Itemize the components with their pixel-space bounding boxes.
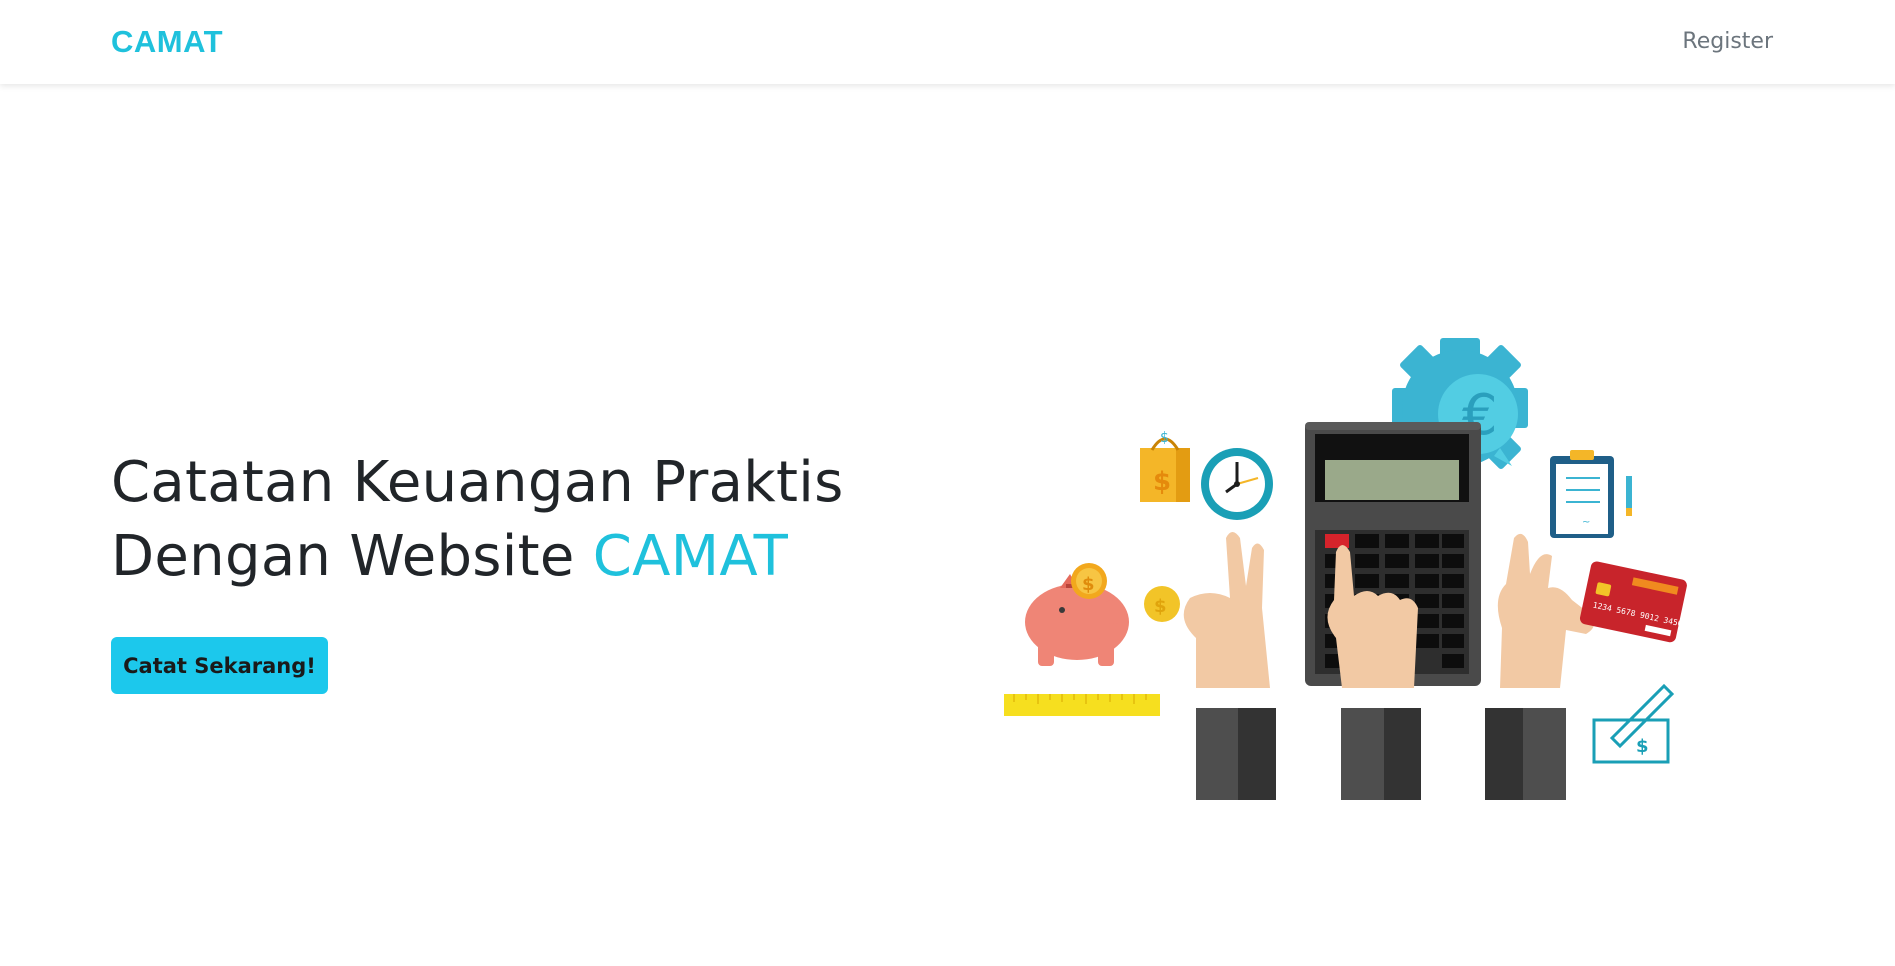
ruler-icon xyxy=(1004,694,1160,716)
coin-icon: $ xyxy=(1144,586,1180,622)
svg-text:~: ~ xyxy=(1582,517,1590,528)
register-link[interactable]: Register xyxy=(1682,29,1773,54)
brand-logo[interactable]: CAMAT xyxy=(111,24,223,60)
headline-brand-accent: CAMAT xyxy=(592,524,789,589)
svg-text:$: $ xyxy=(1082,574,1095,595)
credit-card-icon: 1234 5678 9012 3456 xyxy=(1579,561,1687,643)
piggy-bank-icon: $ xyxy=(1025,563,1129,666)
left-hand-icon xyxy=(1183,532,1276,800)
catat-sekarang-button[interactable]: Catat Sekarang! xyxy=(111,637,328,694)
hero-section: Catatan Keuangan Praktis Dengan Website … xyxy=(111,446,931,594)
finance-illustration: € $ $ ~ $ $ 1234 5678 9012 3456 $ xyxy=(1004,338,1687,800)
shopping-bag-icon: $ $ xyxy=(1140,430,1190,502)
svg-text:$: $ xyxy=(1154,596,1167,617)
svg-text:$: $ xyxy=(1636,736,1649,757)
check-pen-icon: $ xyxy=(1592,683,1675,764)
svg-text:$: $ xyxy=(1153,467,1171,497)
navbar: CAMAT Register xyxy=(0,0,1895,84)
clock-icon xyxy=(1201,448,1273,520)
headline-line-1: Catatan Keuangan Praktis xyxy=(111,450,844,515)
hero-headline: Catatan Keuangan Praktis Dengan Website … xyxy=(111,446,931,594)
svg-text:$: $ xyxy=(1160,430,1169,446)
clipboard-icon: ~ xyxy=(1550,450,1632,538)
right-hand-icon xyxy=(1485,533,1595,800)
headline-line-2-prefix: Dengan Website xyxy=(111,524,593,589)
